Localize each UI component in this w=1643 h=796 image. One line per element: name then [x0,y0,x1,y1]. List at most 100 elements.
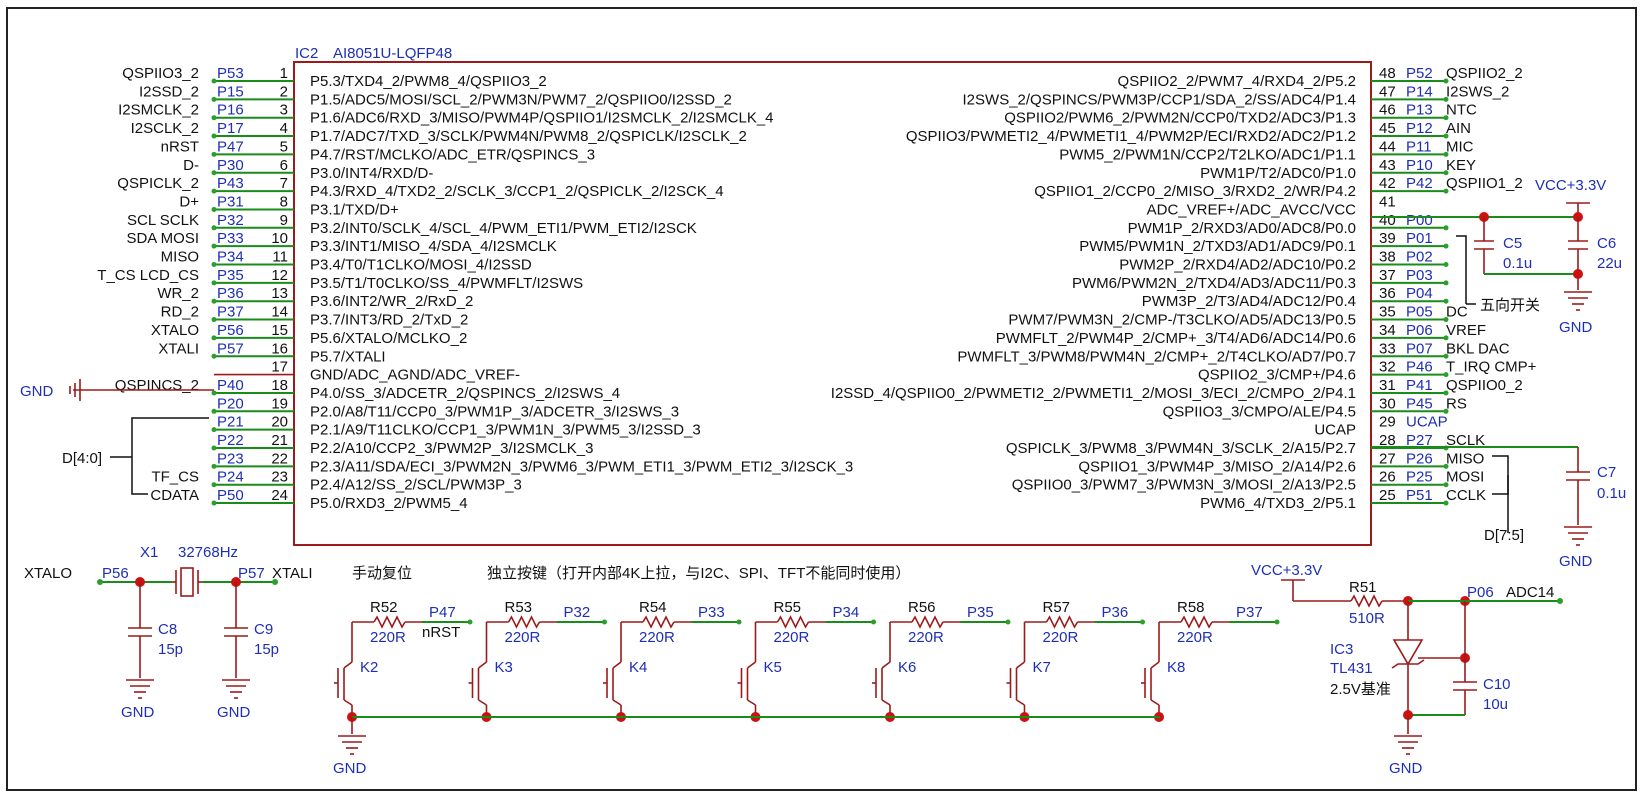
resistor-value: 220R [1043,629,1079,646]
pin-number: 42 [1379,175,1396,192]
pin-net: T_CS LCD_CS [97,267,199,284]
pin-net: D- [183,157,199,174]
pin-number: 23 [271,469,288,486]
key-k5: R55 220R P34 K5 [737,599,876,722]
pin-port: P33 [217,230,244,247]
pin-function: P1.7/ADC7/TXD_3/SCLK/PWM4N/PWM8_2/QSPICL… [310,128,747,145]
pin-function: P2.1/A9/T11CLKO/CCP1_3/PWM1N_3/PWM5_3/I2… [310,422,701,439]
pin-number: 43 [1379,157,1396,174]
key-port: P34 [833,604,860,621]
resistor-ref: R52 [370,599,398,616]
pin-net: CDATA [150,487,199,504]
pin-net: TF_CS [151,469,199,486]
pin-number: 37 [1379,267,1396,284]
pin-end-14 [211,317,217,323]
key-k3: R53 220R P32 K3 [468,599,607,722]
pin-port: P20 [217,395,244,412]
key-k2: R52 220R P47 nRST K2 [334,599,473,722]
key-k6: R56 220R P35 K6 [872,599,1011,722]
pin-port: P16 [217,102,244,119]
pin-function: PWM5/PWM1N_2/TXD3/AD1/ADC9/P0.1 [1079,238,1356,255]
pin-port: P47 [217,138,244,155]
pin-function: P1.6/ADC6/RXD_3/MISO/PWM4P/QSPIIO1/I2SMC… [310,110,774,127]
bus-d75-label: D[7:5] [1484,527,1524,544]
pin-end-19 [211,408,217,414]
vcc-label-top: VCC+3.3V [1535,177,1606,194]
pin-number: 40 [1379,212,1396,229]
c8-ref: C8 [158,621,177,638]
pin-port: P12 [1406,120,1433,137]
pin-function: QSPICLK_3/PWM8_3/PWM4N_3/SCLK_2/A15/P2.7 [1006,440,1356,457]
c7-ref: C7 [1597,464,1616,481]
x1-ref: X1 [140,544,158,561]
pin-net: RS [1446,395,1467,412]
key-k4: R54 220R P33 K4 [603,599,742,722]
pin-net: XTALI [158,340,199,357]
pin-end-5 [211,151,217,157]
pin-function: P3.1/TXD/D+ [310,201,399,218]
pin-net: AIN [1446,120,1471,137]
keys-gnd: GND [333,716,1160,777]
gnd-label-c6: GND [1559,319,1593,336]
c6-value: 22u [1597,255,1622,272]
resistor-value: 220R [370,629,406,646]
pin-function: P4.0/SS_3/ADCETR_2/QSPINCS_2/I2SWS_4 [310,385,620,402]
pin-port: P05 [1406,304,1433,321]
pin-function: PWM1P/T2/ADC0/P1.0 [1200,165,1356,182]
pin-port: P14 [1406,83,1433,100]
bus-d75: D[7:5] [1484,455,1524,544]
pin-port: P56 [217,322,244,339]
pin-number: 38 [1379,249,1396,266]
pin-function: I2SSD_4/QSPIIO0_2/PWMETI2_2/PWMETI1_2/MO… [831,385,1356,402]
pin-net: SDA MOSI [126,230,199,247]
xtalo-net: XTALO [24,565,72,582]
vref-port: P06 [1467,584,1494,601]
pin-net: MIC [1446,138,1474,155]
pin-function: QSPIIO2_3/CMP+/P4.6 [1198,367,1356,384]
keys-section: R52 220R P47 nRST K2 R53 220R P32 K3 R54 220R P33 K4… [334,599,1280,722]
pin-net: QSPIIO2_2 [1446,65,1523,82]
pin-net: CCLK [1446,487,1486,504]
pin-net: QSPICLK_2 [117,175,199,192]
pin-end-37 [1443,280,1449,286]
pin-number: 12 [271,267,288,284]
pin-port: P34 [217,249,244,266]
pin-number: 9 [280,212,288,229]
pin-port: P03 [1406,267,1433,284]
pin-net: QSPIIO0_2 [1446,377,1523,394]
key-k7: R57 220R P36 K7 [1006,599,1145,722]
pin-port: P53 [217,65,244,82]
ic2-ref: IC2 [295,45,318,62]
pin-function: P3.5/T1/T0CLKO/SS_4/PWMFLT/I2SWS [310,275,583,292]
pin-function: QSPIIO3/PWMETI2_4/PWMETI1_4/PWM2P/ECI/RX… [906,128,1356,145]
resistor-value: 220R [908,629,944,646]
pin-port: P45 [1406,395,1433,412]
pin-number: 2 [280,83,288,100]
pin-function: P3.3/INT1/MISO_4/SDA_4/I2SMCLK [310,238,557,255]
c10-value: 10u [1483,696,1508,713]
pin-number: 1 [280,65,288,82]
pin-port: P40 [217,377,244,394]
pin-function: PWM6/PWM2N_2/TXD4/AD3/ADC11/P0.3 [1072,275,1356,292]
c5-ref: C5 [1503,235,1522,252]
pin-end-9 [211,225,217,231]
pin-end-20 [211,427,217,433]
ic3-part: TL431 [1330,660,1373,677]
pin-port: P06 [1406,322,1433,339]
pin-number: 21 [271,432,288,449]
resistor-ref: R54 [639,599,667,616]
xtalo-port: P56 [102,565,129,582]
manual-reset-label: 手动复位 [352,564,412,582]
pin-number: 3 [280,102,288,119]
pin-end-38 [1443,262,1449,267]
pin-function: PWM2P_2/RXD4/AD2/ADC10/P0.2 [1119,257,1356,274]
pin-net: QSPIIO1_2 [1446,175,1523,192]
pin-port: P00 [1406,212,1433,229]
resistor-value: 220R [505,629,541,646]
pin-function: PWM3P_2/T3/AD4/ADC12/P0.4 [1142,293,1356,310]
pin-end-7 [211,188,217,194]
pin-number: 41 [1379,193,1396,210]
c9-ref: C9 [254,621,273,638]
pin-function: P2.3/A11/SDA/ECI_3/PWM2N_3/PWM6_3/PWM_ET… [310,458,853,475]
pin-end-2 [211,96,217,102]
